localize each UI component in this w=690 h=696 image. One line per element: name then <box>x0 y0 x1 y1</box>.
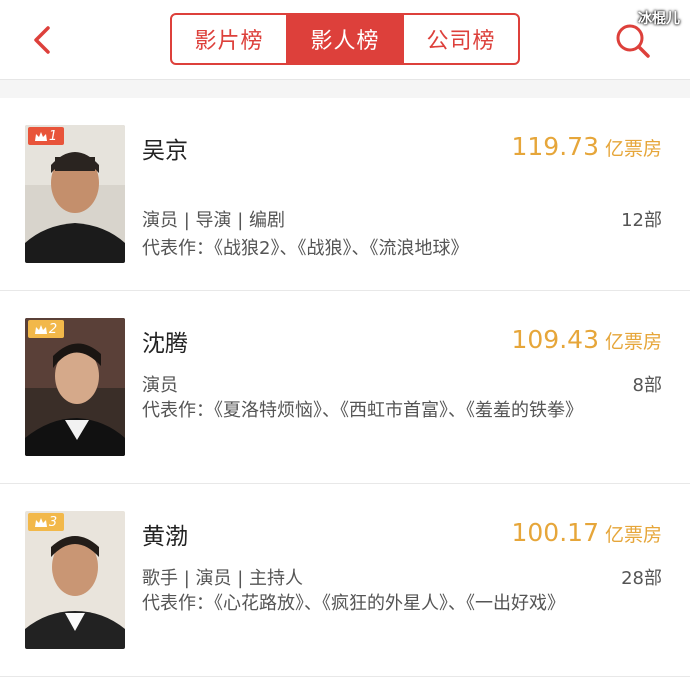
box-office-unit: 亿票房 <box>604 524 662 546</box>
box-office: 109.43 亿票房 <box>512 325 663 354</box>
divider <box>0 80 690 98</box>
representative-works: 代表作：《战狼2》、《战狼》、《流浪地球》 <box>142 238 469 259</box>
crown-icon <box>34 324 47 334</box>
back-arrow-icon[interactable] <box>28 20 58 60</box>
rank-number: 3 <box>48 514 58 530</box>
ranking-tabs: 影片榜 影人榜 公司榜 <box>170 13 520 65</box>
rank-badge: 3 <box>28 513 64 531</box>
people-list: 1 吴京 119.73 亿票房 演员 | 导演 | 编剧 12部 代表作：《战狼… <box>0 98 690 677</box>
box-office-unit: 亿票房 <box>604 138 662 160</box>
watermark: 冰棍儿 <box>638 11 680 27</box>
film-count: 28部 <box>621 568 662 589</box>
avatar <box>25 125 125 263</box>
person-name: 沈腾 <box>142 331 188 357</box>
rank-badge: 1 <box>28 127 64 145</box>
list-item[interactable]: 1 吴京 119.73 亿票房 演员 | 导演 | 编剧 12部 代表作：《战狼… <box>0 98 690 291</box>
tab-company-ranking[interactable]: 公司榜 <box>402 15 518 63</box>
box-office: 100.17 亿票房 <box>512 518 663 547</box>
rank-badge: 2 <box>28 320 64 338</box>
avatar <box>25 511 125 649</box>
rank-number: 1 <box>48 128 58 144</box>
crown-icon <box>34 517 47 527</box>
person-name: 黄渤 <box>142 524 188 550</box>
representative-works: 代表作：《心花路放》、《疯狂的外星人》、《一出好戏》 <box>142 593 565 614</box>
person-roles: 歌手 | 演员 | 主持人 <box>142 568 304 589</box>
film-count: 12部 <box>621 210 662 231</box>
box-office: 119.73 亿票房 <box>512 132 663 161</box>
representative-works: 代表作：《夏洛特烦恼》、《西虹市首富》、《羞羞的铁拳》 <box>142 400 583 421</box>
box-office-value: 119.73 <box>511 132 599 161</box>
top-bar: 影片榜 影人榜 公司榜 冰棍儿 <box>0 0 690 80</box>
person-roles: 演员 | 导演 | 编剧 <box>142 210 286 231</box>
crown-icon <box>34 131 47 141</box>
rank-number: 2 <box>48 321 58 337</box>
box-office-unit: 亿票房 <box>604 331 662 353</box>
box-office-value: 100.17 <box>511 518 599 547</box>
box-office-value: 109.43 <box>511 325 599 354</box>
film-count: 8部 <box>632 375 662 396</box>
tab-movie-ranking[interactable]: 影片榜 <box>172 15 286 63</box>
list-item[interactable]: 2 沈腾 109.43 亿票房 演员 8部 代表作：《夏洛特烦恼》、《西虹市首富… <box>0 291 690 484</box>
tab-people-ranking[interactable]: 影人榜 <box>286 15 402 63</box>
list-item[interactable]: 3 黄渤 100.17 亿票房 歌手 | 演员 | 主持人 28部 代表作：《心… <box>0 484 690 677</box>
person-name: 吴京 <box>142 138 188 164</box>
avatar <box>25 318 125 456</box>
person-roles: 演员 <box>142 375 178 396</box>
